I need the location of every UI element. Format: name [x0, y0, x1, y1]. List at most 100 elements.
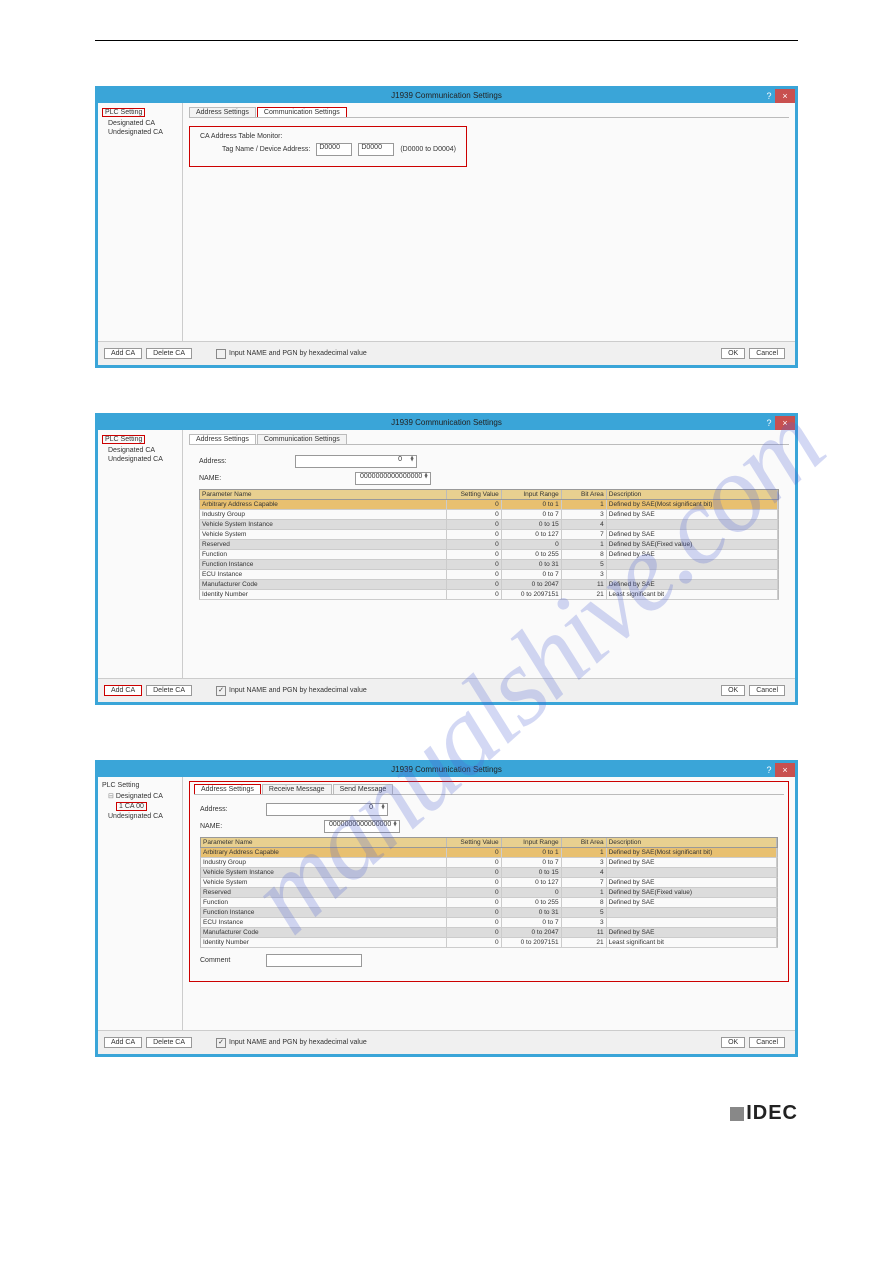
table-row[interactable]: Arbitrary Address Capable00 to 11Defined… [200, 848, 778, 858]
ok-button[interactable]: OK [721, 348, 745, 359]
table-row[interactable]: Vehicle System Instance00 to 154 [200, 868, 778, 878]
add-ca-button[interactable]: Add CA [104, 685, 142, 696]
cancel-button[interactable]: Cancel [749, 1037, 785, 1048]
close-icon[interactable]: × [775, 416, 795, 430]
sidebar-item-designated[interactable]: Designated CA [116, 793, 163, 800]
address-label: Address: [199, 458, 289, 465]
delete-ca-button[interactable]: Delete CA [146, 685, 192, 696]
table-row[interactable]: Identity Number00 to 209715121Least sign… [199, 590, 779, 600]
th-bit-area: Bit Area [562, 490, 607, 499]
sidebar-child-ca[interactable]: 1 CA 00 [116, 802, 147, 811]
tag-name-label: Tag Name / Device Address: [222, 146, 310, 153]
table-row[interactable]: Function Instance00 to 315 [200, 908, 778, 918]
address-input[interactable]: 0 [266, 803, 388, 816]
th-parameter-name: Parameter Name [201, 838, 447, 847]
table-row[interactable]: Reserved001Defined by SAE(Fixed value) [200, 888, 778, 898]
th-description: Description [607, 490, 778, 499]
ca-monitor-label: CA Address Table Monitor: [200, 133, 456, 140]
dialog-title: J1939 Communication Settings [391, 765, 502, 774]
dialog-window-3: J1939 Communication Settings ? × PLC Set… [95, 760, 798, 1057]
sidebar-plc-setting[interactable]: PLC Setting [102, 780, 178, 791]
close-icon[interactable]: × [775, 89, 795, 103]
comment-input[interactable] [266, 954, 362, 967]
table-row[interactable]: Industry Group00 to 73Defined by SAE [200, 858, 778, 868]
ok-button[interactable]: OK [721, 685, 745, 696]
help-icon[interactable]: ? [763, 416, 775, 430]
hex-checkbox[interactable]: ✓Input NAME and PGN by hexadecimal value [216, 686, 367, 696]
tab-receive-message[interactable]: Receive Message [262, 784, 332, 794]
tab-communication-settings[interactable]: Communication Settings [257, 107, 347, 117]
add-ca-button[interactable]: Add CA [104, 348, 142, 359]
table-row[interactable]: Function Instance00 to 315 [199, 560, 779, 570]
tab-communication-settings[interactable]: Communication Settings [257, 434, 347, 444]
ok-button[interactable]: OK [721, 1037, 745, 1048]
tab-address-settings[interactable]: Address Settings [189, 107, 256, 117]
sidebar: PLC Setting Designated CA Undesignated C… [98, 103, 183, 341]
sidebar-plc-setting[interactable]: PLC Setting [102, 108, 145, 117]
main-panel: Address Settings Communication Settings … [183, 430, 795, 678]
close-icon[interactable]: × [775, 763, 795, 777]
address-input[interactable]: 0 [295, 455, 417, 468]
delete-ca-button[interactable]: Delete CA [146, 348, 192, 359]
add-ca-button[interactable]: Add CA [104, 1037, 142, 1048]
main-panel: Address Settings Receive Message Send Me… [183, 777, 795, 1030]
table-row[interactable]: Manufacturer Code00 to 204711Defined by … [200, 928, 778, 938]
table-row[interactable]: Industry Group00 to 73Defined by SAE [199, 510, 779, 520]
sidebar-item-undesignated[interactable]: Undesignated CA [102, 455, 178, 464]
sidebar-item-designated[interactable]: Designated CA [102, 446, 178, 455]
titlebar: J1939 Communication Settings ? × [98, 416, 795, 430]
main-panel: Address Settings Communication Settings … [183, 103, 795, 341]
comment-label: Comment [200, 957, 260, 964]
tab-send-message[interactable]: Send Message [333, 784, 394, 794]
checkbox-icon: ✓ [216, 1038, 226, 1048]
name-label: NAME: [199, 475, 289, 482]
table-row[interactable]: Vehicle System00 to 1277Defined by SAE [200, 878, 778, 888]
dialog-footer: Add CA Delete CA ✓Input NAME and PGN by … [98, 678, 795, 702]
table-row[interactable]: Manufacturer Code00 to 204711Defined by … [199, 580, 779, 590]
dialog-window-1: J1939 Communication Settings ? × PLC Set… [95, 86, 798, 368]
device-address-1[interactable]: D0000 [316, 143, 352, 156]
dialog-title: J1939 Communication Settings [391, 418, 502, 427]
th-setting-value: Setting Value [447, 490, 502, 499]
sidebar: PLC Setting ⊟ Designated CA 1 CA 00 Unde… [98, 777, 183, 1030]
sidebar: PLC Setting Designated CA Undesignated C… [98, 430, 183, 678]
checkbox-icon [216, 349, 226, 359]
delete-ca-button[interactable]: Delete CA [146, 1037, 192, 1048]
table-row[interactable]: ECU Instance00 to 73 [200, 918, 778, 928]
cancel-button[interactable]: Cancel [749, 685, 785, 696]
tabs: Address Settings Communication Settings [189, 107, 789, 118]
checkbox-icon: ✓ [216, 686, 226, 696]
sidebar-item-designated[interactable]: Designated CA [102, 119, 178, 128]
name-input[interactable]: 0000000000000000 [355, 472, 431, 485]
table-row[interactable]: Reserved001Defined by SAE(Fixed value) [199, 540, 779, 550]
table-row[interactable]: Identity Number00 to 209715121Least sign… [200, 938, 778, 948]
parameter-table: Parameter NameSetting ValueInput RangeBi… [200, 837, 778, 948]
table-row[interactable]: Arbitrary Address Capable00 to 11Defined… [199, 500, 779, 510]
tabs: Address Settings Communication Settings [189, 434, 789, 445]
hex-checkbox[interactable]: ✓Input NAME and PGN by hexadecimal value [216, 1038, 367, 1048]
logo: IDEC [95, 1102, 798, 1125]
help-icon[interactable]: ? [763, 763, 775, 777]
table-row[interactable]: Vehicle System Instance00 to 154 [199, 520, 779, 530]
table-row[interactable]: Function00 to 2558Defined by SAE [199, 550, 779, 560]
name-input[interactable]: 0000000000000000 [324, 820, 400, 833]
sidebar-item-undesignated[interactable]: Undesignated CA [102, 812, 178, 821]
tabs: Address Settings Receive Message Send Me… [194, 784, 784, 795]
table-row[interactable]: Function00 to 2558Defined by SAE [200, 898, 778, 908]
hex-label: Input NAME and PGN by hexadecimal value [229, 687, 367, 694]
table-row[interactable]: Vehicle System00 to 1277Defined by SAE [199, 530, 779, 540]
th-parameter-name: Parameter Name [200, 490, 447, 499]
top-rule [95, 40, 798, 41]
sidebar-plc-setting[interactable]: PLC Setting [102, 435, 145, 444]
th-bit-area: Bit Area [562, 838, 607, 847]
tab-address-settings[interactable]: Address Settings [189, 434, 256, 444]
table-row[interactable]: ECU Instance00 to 73 [199, 570, 779, 580]
cancel-button[interactable]: Cancel [749, 348, 785, 359]
sidebar-item-undesignated[interactable]: Undesignated CA [102, 128, 178, 137]
hex-label: Input NAME and PGN by hexadecimal value [229, 350, 367, 357]
tab-address-settings[interactable]: Address Settings [194, 784, 261, 794]
device-address-2[interactable]: D0000 [358, 143, 394, 156]
hex-checkbox[interactable]: Input NAME and PGN by hexadecimal value [216, 349, 367, 359]
help-icon[interactable]: ? [763, 89, 775, 103]
th-description: Description [607, 838, 777, 847]
